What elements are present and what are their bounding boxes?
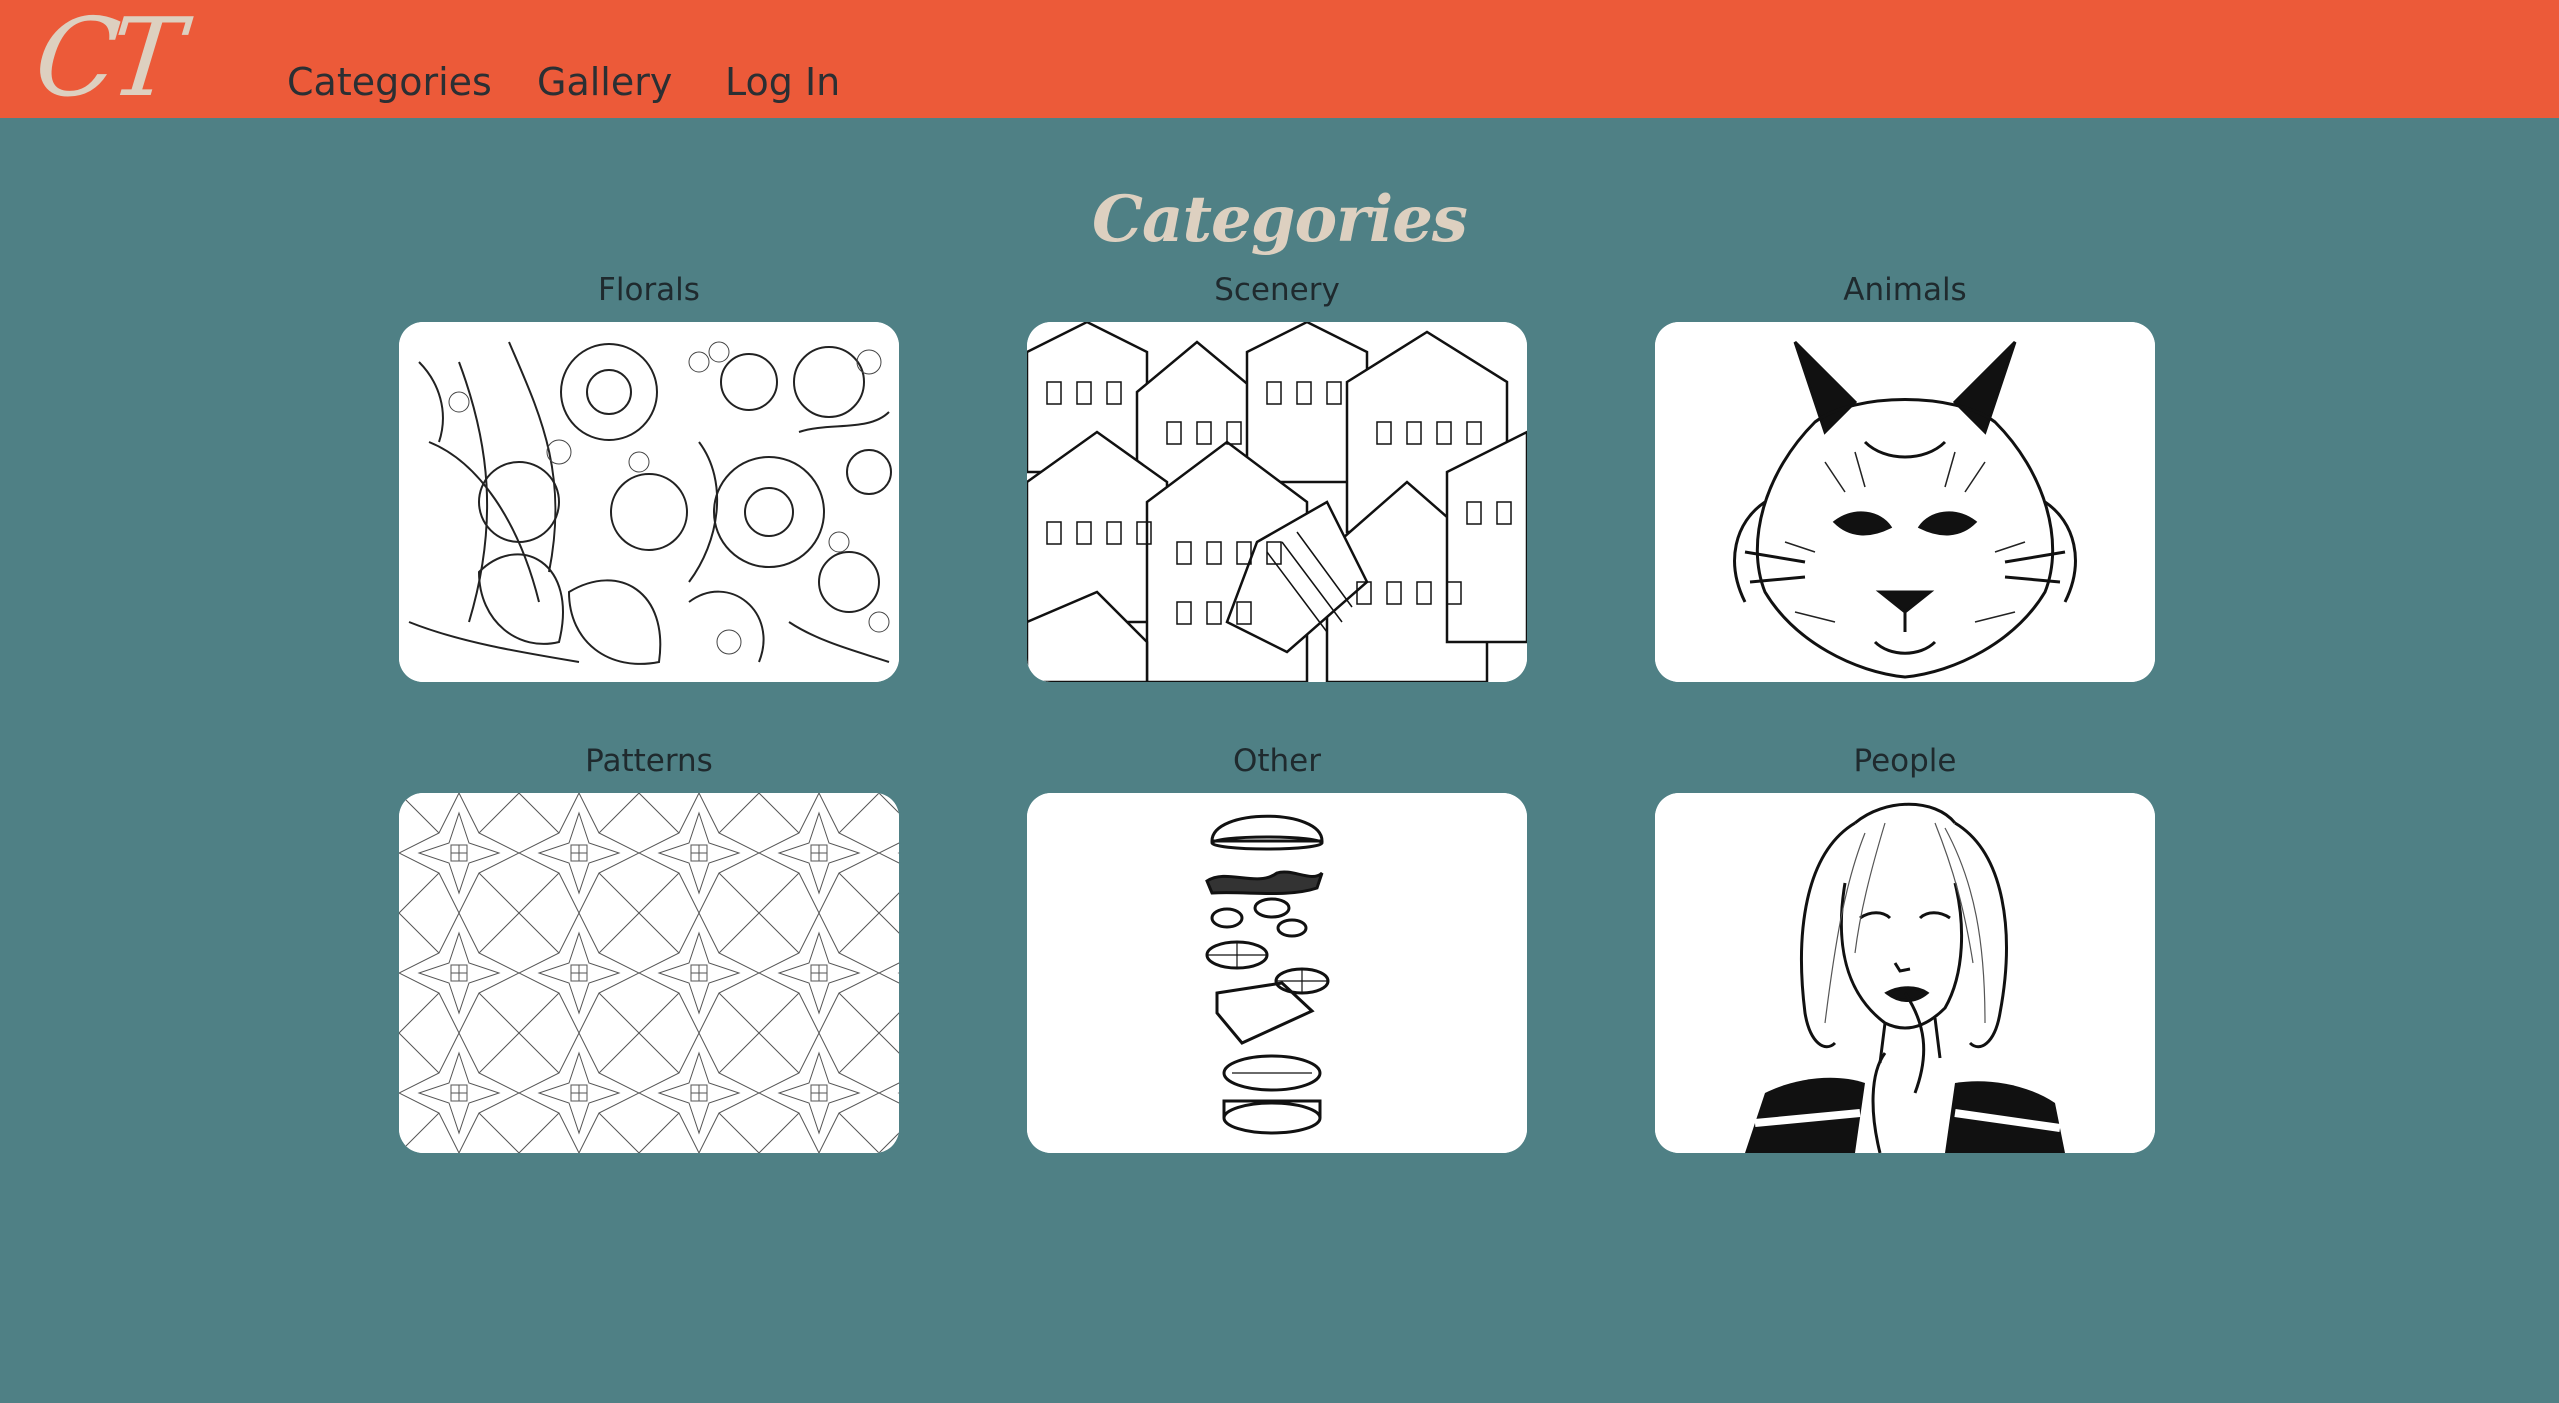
exploded-burger-line-drawing-image[interactable] <box>1027 793 1527 1153</box>
category-card-other[interactable]: Other <box>1027 733 1527 1153</box>
category-card-florals[interactable]: Florals <box>399 262 899 682</box>
nav-login-link[interactable]: Log In <box>725 52 840 112</box>
lynx-head-line-drawing-image[interactable] <box>1655 322 2155 682</box>
site-logo[interactable]: CT <box>29 0 212 121</box>
category-label-scenery: Scenery <box>1214 272 1340 308</box>
woman-portrait-line-drawing-image[interactable] <box>1655 793 2155 1153</box>
category-card-animals[interactable]: Animals <box>1655 262 2155 682</box>
category-label-people: People <box>1853 743 1957 779</box>
burger-drawing-icon <box>1027 793 1527 1153</box>
woman-portrait-icon <box>1655 793 2155 1153</box>
geometric-pattern-line-drawing-image[interactable] <box>399 793 899 1153</box>
floral-line-drawing-image[interactable] <box>399 322 899 682</box>
category-card-patterns[interactable]: Patterns <box>399 733 899 1153</box>
nav-gallery-link[interactable]: Gallery <box>537 52 672 112</box>
category-label-patterns: Patterns <box>585 743 713 779</box>
nav-categories-link[interactable]: Categories <box>287 52 492 112</box>
top-navigation-bar: CT Categories Gallery Log In <box>0 0 2559 121</box>
lynx-drawing-icon <box>1655 322 2155 682</box>
category-label-florals: Florals <box>598 272 700 308</box>
category-label-other: Other <box>1232 743 1322 779</box>
page-title: Categories <box>1092 181 1468 257</box>
town-houses-line-drawing-image[interactable] <box>1027 322 1527 682</box>
geometric-pattern-icon <box>399 793 899 1153</box>
category-card-people[interactable]: People <box>1655 733 2155 1153</box>
category-label-animals: Animals <box>1843 272 1967 308</box>
category-card-scenery[interactable]: Scenery <box>1027 262 1527 682</box>
town-houses-drawing-icon <box>1027 322 1527 682</box>
floral-drawing-icon <box>399 322 899 682</box>
